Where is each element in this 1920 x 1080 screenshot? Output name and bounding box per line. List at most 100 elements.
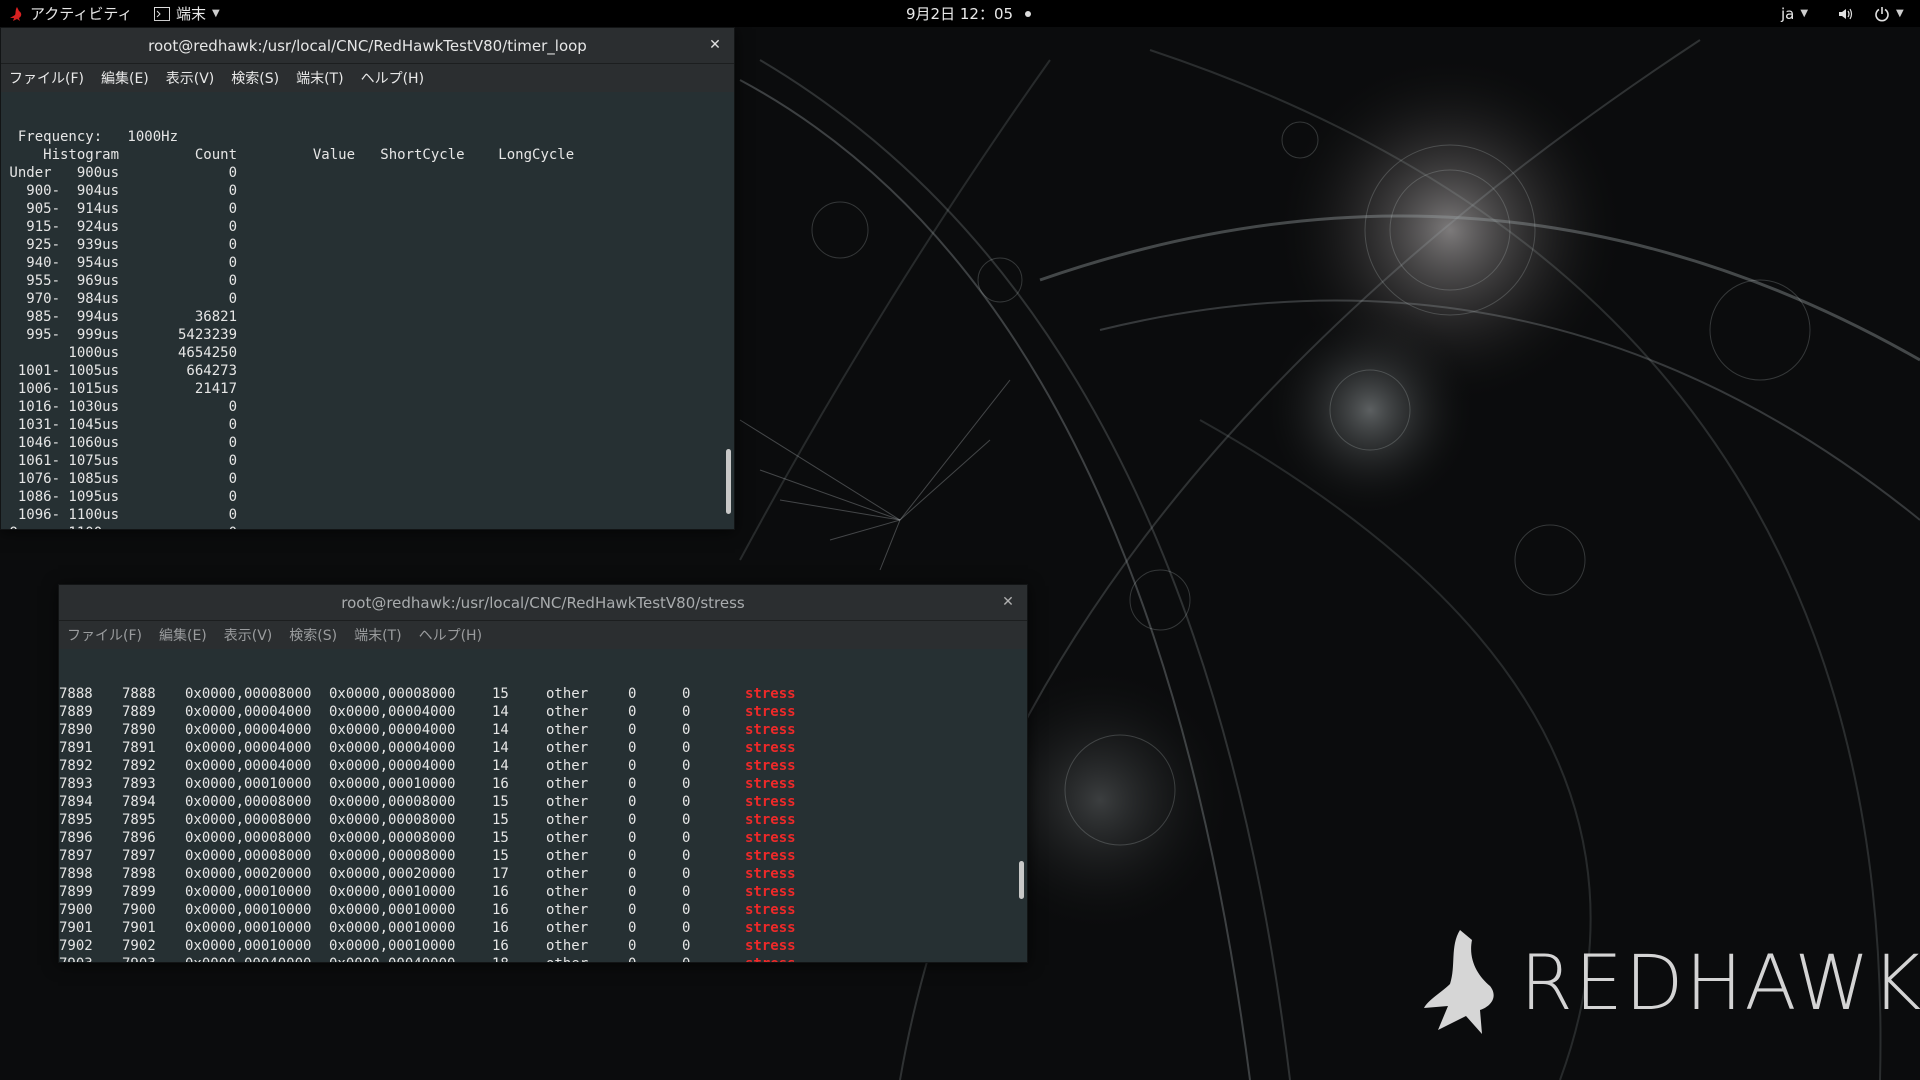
terminal-line: 1076- 1085us 0 [1,471,238,487]
terminal-window-timer-loop[interactable]: root@redhawk:/usr/local/CNC/RedHawkTestV… [0,27,735,530]
clock-button[interactable]: 9月2日 12：05 [906,0,1032,27]
table-cell: 0x0000,00010000 [185,938,312,954]
terminal-line: 985- 994us 36821 [1,309,238,325]
system-menu[interactable]: ▼ [1838,0,1904,27]
table-cell: 0 [628,812,637,828]
table-cell: 0x0000,00008000 [185,812,312,828]
table-cell: 0 [628,722,637,738]
language-switcher[interactable]: ja ▼ [1781,0,1808,27]
scrollbar-thumb[interactable] [1019,861,1024,899]
table-cell: 0 [628,902,637,918]
activities-label: アクティビティ [30,5,133,23]
notification-dot-icon [1025,10,1032,17]
terminal-window-stress[interactable]: root@redhawk:/usr/local/CNC/RedHawkTestV… [58,584,1028,963]
table-cell: 18 [492,955,509,962]
table-cell: 7893 [59,776,93,792]
menu-help[interactable]: ヘルプ(H) [419,625,482,645]
table-cell: 0x0000,00010000 [185,884,312,900]
menu-terminal[interactable]: 端末(T) [296,68,343,88]
menu-help[interactable]: ヘルプ(H) [361,68,424,88]
menu-file[interactable]: ファイル(F) [67,625,142,645]
table-cell: 7903 [59,955,93,962]
table-cell: other [546,920,589,936]
terminal-line: 900- 904us 0 [1,183,238,199]
table-cell: 0x0000,00020000 [185,866,312,882]
table-cell: 0x0000,00008000 [329,830,456,846]
volume-icon [1839,8,1853,19]
table-cell: 0x0000,00004000 [329,740,456,756]
table-cell: 0 [628,794,637,810]
table-cell: 16 [492,884,509,900]
table-cell: 7888 [59,686,93,702]
terminal-output[interactable]: 7888 7888 0x0000,00008000 0x0000,00008000 15… [59,649,1027,962]
table-cell: 0x0000,00010000 [329,776,456,792]
table-cell: 7900 [59,902,93,918]
window-titlebar[interactable]: root@redhawk:/usr/local/CNC/RedHawkTestV… [59,585,1027,621]
table-cell: 0x0000,00004000 [329,722,456,738]
menu-edit[interactable]: 編集(E) [101,68,149,88]
table-cell: 0x0000,00008000 [185,830,312,846]
command-cell: stress [745,812,796,828]
menu-terminal[interactable]: 端末(T) [354,625,401,645]
window-titlebar[interactable]: root@redhawk:/usr/local/CNC/RedHawkTestV… [1,28,734,64]
table-cell: 0 [682,722,691,738]
table-cell: 7901 [59,920,93,936]
menu-search[interactable]: 検索(S) [231,68,279,88]
table-cell: 0x0000,00010000 [329,902,456,918]
menu-view[interactable]: 表示(V) [224,625,273,645]
table-cell: 7900 [122,902,156,918]
table-cell: other [546,794,589,810]
table-cell: 15 [492,812,509,828]
close-icon[interactable]: ✕ [706,36,724,54]
terminal-line: 905- 914us 0 [1,201,238,217]
table-cell: 15 [492,830,509,846]
redhawk-brand-logo: REDHAWK [1420,920,1920,1040]
table-cell: 0x0000,00004000 [329,758,456,774]
terminal-line: 955- 969us 0 [1,273,238,289]
table-cell: 15 [492,794,509,810]
close-icon[interactable]: ✕ [999,593,1017,611]
table-cell: 0x0000,00010000 [185,776,312,792]
app-menu-button[interactable]: 端末 ▼ [154,0,220,27]
window-title: root@redhawk:/usr/local/CNC/RedHawkTestV… [341,593,745,612]
terminal-output[interactable]: Frequency: 1000Hz Histogram Count Value … [1,92,734,529]
table-cell: 0 [628,740,637,756]
table-row: 7893 7893 0x0000,00010000 0x0000,00010000 16… [59,775,1027,793]
table-cell: other [546,884,589,900]
table-cell: 7901 [122,920,156,936]
terminal-line: 1031- 1045us 0 [1,417,238,433]
terminal-line: Frequency: 1000Hz [1,129,179,145]
terminal-line: 1000us 4654250 [1,345,238,361]
table-cell: 0x0000,00004000 [185,722,312,738]
table-cell: 7889 [59,704,93,720]
terminal-line: 1016- 1030us 0 [1,399,238,415]
scrollbar-thumb[interactable] [726,449,731,514]
menu-view[interactable]: 表示(V) [166,68,215,88]
command-cell: stress [745,758,796,774]
activities-button[interactable]: アクティビティ [10,0,132,27]
table-cell: 7895 [59,812,93,828]
table-cell: 14 [492,722,509,738]
terminal-line: Histogram Count Value ShortCycle LongCyc… [1,147,575,163]
table-cell: 0x0000,00004000 [185,758,312,774]
terminal-line: 940- 954us 0 [1,255,238,271]
command-cell: stress [745,794,796,810]
table-row: 7896 7896 0x0000,00008000 0x0000,00008000 15… [59,829,1027,847]
table-row: 7897 7897 0x0000,00008000 0x0000,00008000 15… [59,847,1027,865]
redhawk-menu-icon [10,6,22,21]
table-cell: 7891 [59,740,93,756]
table-cell: 16 [492,920,509,936]
table-cell: 0 [682,776,691,792]
table-cell: 7890 [59,722,93,738]
table-row: 7898 7898 0x0000,00020000 0x0000,00020000 17… [59,865,1027,883]
table-cell: 0 [682,704,691,720]
table-cell: 15 [492,686,509,702]
table-cell: 7892 [59,758,93,774]
menu-file[interactable]: ファイル(F) [9,68,84,88]
table-cell: 7899 [59,884,93,900]
table-cell: 16 [492,902,509,918]
table-cell: other [546,758,589,774]
menu-edit[interactable]: 編集(E) [159,625,207,645]
table-cell: 0x0000,00020000 [329,866,456,882]
menu-search[interactable]: 検索(S) [289,625,337,645]
